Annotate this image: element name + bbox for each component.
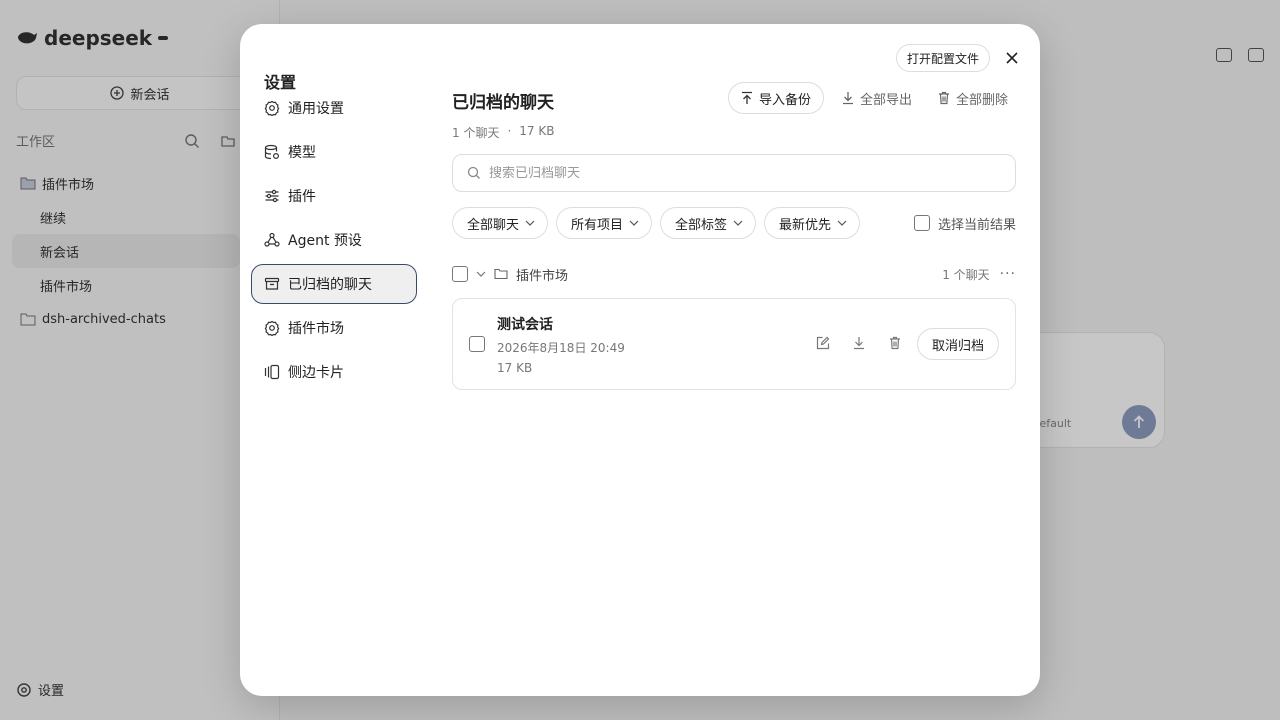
edit-icon[interactable]: [815, 335, 831, 351]
chevron-down-icon: [525, 220, 535, 226]
chat-count: 1 个聊天: [452, 126, 500, 140]
filter-label: 最新优先: [779, 217, 832, 233]
filter-bar: 全部聊天 所有项目 全部标签 最新优先 选择当前结果: [452, 207, 1016, 239]
agent-icon: [264, 232, 280, 248]
total-size: 17 KB: [519, 124, 555, 138]
meta-separator: ·: [507, 124, 512, 138]
select-current-checkbox[interactable]: [913, 215, 930, 231]
sliders-icon: [264, 188, 280, 204]
unarchive-button[interactable]: 取消归档: [917, 328, 1000, 360]
export-label: 全部导出: [859, 92, 912, 108]
archived-chats-panel: 已归档的聊天 导入备份 全部导出 全部删除 1 个聊天 · 17 KB 搜索已归…: [452, 24, 1016, 696]
filter-label: 全部标签: [675, 217, 728, 233]
settings-nav: 通用设置 模型 插件 Agent 预设 已归档的聊天 插件市场 侧边卡片: [251, 88, 417, 396]
archived-chat-card: 测试会话 2026年8月18日 20:49 17 KB 取消归档: [452, 298, 1016, 390]
delete-label: 全部删除: [955, 92, 1008, 108]
nav-label: Agent 预设: [288, 233, 362, 249]
upload-icon: [741, 91, 752, 104]
nav-item-plugin-market[interactable]: 插件市场: [251, 308, 417, 348]
delete-all-button[interactable]: 全部删除: [930, 82, 1016, 114]
nav-label: 插件: [288, 189, 316, 205]
nav-item-side-cards[interactable]: 侧边卡片: [251, 352, 417, 392]
nav-label: 通用设置: [288, 101, 344, 117]
select-current-label: 选择当前结果: [937, 217, 1016, 233]
cards-icon: [264, 364, 280, 380]
chevron-down-icon: [837, 220, 847, 226]
chevron-down-icon: [629, 220, 639, 226]
filter-projects-dropdown[interactable]: 所有项目: [556, 207, 653, 239]
group-name: 插件市场: [516, 268, 569, 284]
more-options-button[interactable]: ···: [1000, 266, 1016, 282]
nav-label: 模型: [288, 145, 316, 161]
nav-label: 插件市场: [288, 321, 344, 337]
download-icon[interactable]: [851, 335, 867, 351]
archive-summary: 1 个聊天 · 17 KB: [452, 124, 554, 141]
nav-item-archived-chats[interactable]: 已归档的聊天: [251, 264, 417, 304]
gear-icon: [264, 100, 280, 116]
filter-chats-dropdown[interactable]: 全部聊天: [452, 207, 549, 239]
import-backup-button[interactable]: 导入备份: [727, 82, 824, 114]
sort-dropdown[interactable]: 最新优先: [764, 207, 861, 239]
chevron-down-icon: [733, 220, 743, 226]
select-current-results[interactable]: 选择当前结果: [913, 214, 1016, 233]
trash-icon[interactable]: [887, 335, 903, 351]
archive-icon: [264, 276, 280, 292]
trash-icon: [938, 91, 949, 105]
nav-item-general[interactable]: 通用设置: [251, 88, 417, 128]
group-checkbox[interactable]: [452, 266, 468, 282]
database-icon: [264, 144, 280, 160]
folder-icon: [494, 268, 508, 280]
panel-actions: 导入备份 全部导出 全部删除: [727, 82, 1016, 114]
export-all-button[interactable]: 全部导出: [834, 82, 920, 114]
settings-modal: 设置 打开配置文件 通用设置 模型 插件 Agent 预设 已归档的聊天 插件市…: [240, 24, 1040, 696]
nav-item-agent-presets[interactable]: Agent 预设: [251, 220, 417, 260]
search-icon: [467, 166, 480, 179]
group-header: 插件市场 1 个聊天 ···: [452, 262, 1016, 286]
chat-size: 17 KB: [497, 361, 533, 375]
chat-date: 2026年8月18日 20:49: [497, 341, 625, 355]
search-box: [452, 154, 1016, 192]
nav-label: 侧边卡片: [288, 365, 344, 381]
import-label: 导入备份: [758, 92, 811, 108]
chat-checkbox[interactable]: [469, 336, 485, 352]
download-icon: [842, 92, 853, 105]
chat-actions: [815, 335, 903, 351]
chat-title: 测试会话: [497, 317, 553, 333]
nav-item-model[interactable]: 模型: [251, 132, 417, 172]
filter-label: 所有项目: [571, 217, 624, 233]
filter-tags-dropdown[interactable]: 全部标签: [660, 207, 757, 239]
chevron-down-icon[interactable]: [476, 271, 486, 277]
search-input[interactable]: [489, 165, 1015, 181]
panel-title: 已归档的聊天: [452, 93, 554, 113]
nav-item-plugins[interactable]: 插件: [251, 176, 417, 216]
group-count: 1 个聊天: [942, 267, 990, 282]
nav-label: 已归档的聊天: [288, 277, 372, 293]
filter-label: 全部聊天: [467, 217, 520, 233]
gear-icon: [264, 320, 280, 336]
